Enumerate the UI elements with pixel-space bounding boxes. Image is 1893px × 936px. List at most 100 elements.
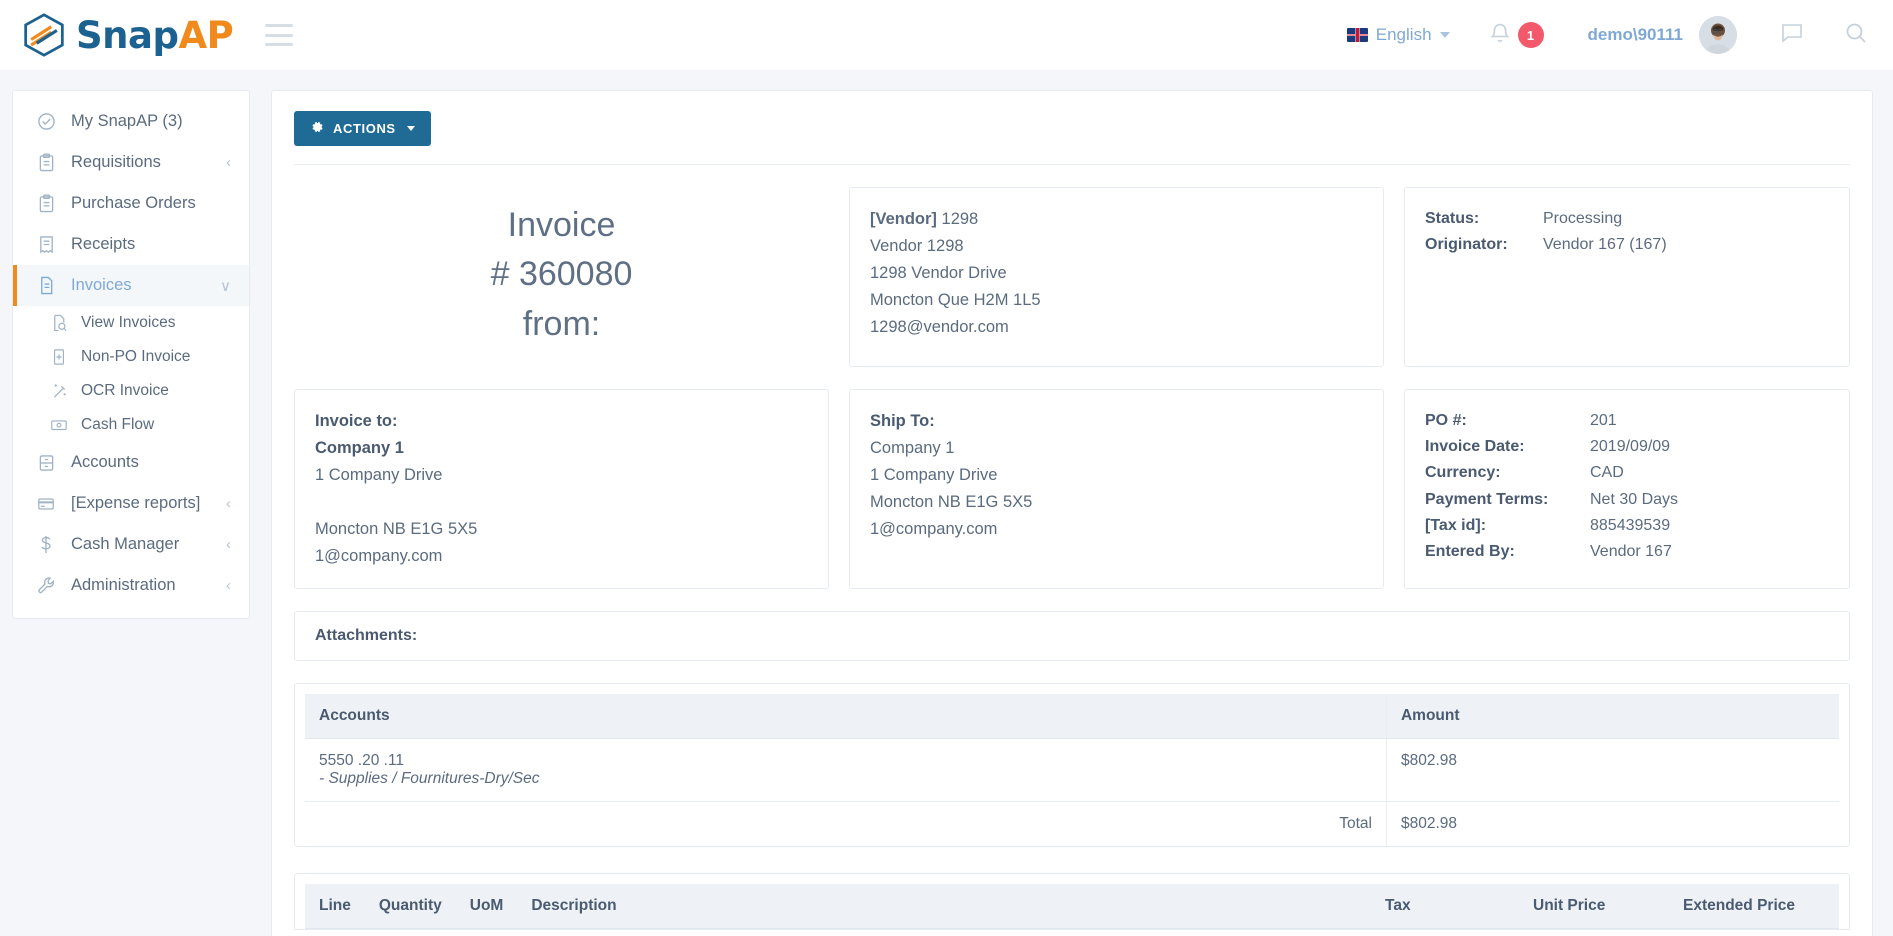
- account-cell: 5550 .20 .11 - Supplies / Fournitures-Dr…: [305, 738, 1387, 803]
- detail-value: Net 30 Days: [1590, 490, 1679, 508]
- uk-flag-icon: [1346, 28, 1368, 42]
- lines-table-card: Line Quantity UoM Description Tax Unit P…: [294, 873, 1850, 931]
- actions-button[interactable]: ACTIONS: [294, 111, 431, 146]
- main-content: ACTIONS Invoice # 360080 from: [Vendor] …: [271, 90, 1873, 936]
- username-label[interactable]: demo\90111: [1588, 25, 1683, 45]
- sidebar: My SnapAP (3) Requisitions ‹ Purchase Or…: [12, 90, 250, 619]
- detail-label: Currency:: [1425, 464, 1501, 482]
- clipboard-icon: [35, 194, 57, 213]
- status-card: Status: Processing Originator: Vendor 16…: [1404, 187, 1850, 367]
- sidebar-item-expense-reports[interactable]: [Expense reports] ‹: [13, 483, 249, 524]
- lines-table: Line Quantity UoM Description Tax Unit P…: [305, 884, 1839, 930]
- column-header-amount: Amount: [1386, 694, 1839, 740]
- sidebar-subitem-label: OCR Invoice: [81, 382, 169, 399]
- brand-ap-text: AP: [178, 13, 234, 57]
- brand-logo-area[interactable]: SnapAP: [22, 12, 234, 58]
- sidebar-item-label: Receipts: [71, 235, 136, 253]
- invoice-number: # 360080: [490, 255, 633, 294]
- detail-label: Entered By:: [1425, 543, 1515, 561]
- column-header-line: Line: [305, 884, 365, 930]
- vendor-name: Vendor 1298: [870, 237, 964, 256]
- vendor-email: 1298@vendor.com: [870, 318, 1009, 337]
- chevron-down-icon: [1439, 32, 1450, 38]
- status-row: Status: Processing: [1425, 206, 1829, 232]
- wrench-icon: [35, 576, 57, 595]
- detail-value: 2019/09/09: [1590, 438, 1671, 456]
- cabinet-icon: [35, 454, 57, 472]
- attachments-card: Attachments:: [294, 611, 1850, 662]
- detail-label: Payment Terms:: [1425, 490, 1549, 508]
- banknote-icon: [49, 417, 69, 433]
- bell-icon: [1489, 22, 1510, 49]
- sidebar-item-administration[interactable]: Administration ‹: [13, 565, 249, 606]
- invoice-details-card: PO #: 201 Invoice Date: 2019/09/09 Curre…: [1404, 389, 1850, 590]
- brand-snap-text: Snap: [76, 13, 179, 57]
- column-header-description: Description: [517, 884, 1371, 930]
- column-header-tax: Tax: [1371, 884, 1519, 930]
- chevron-down-icon: ∨: [220, 277, 231, 295]
- accounts-table-card: Accounts Amount 5550 .20 .11 - Supplies …: [294, 683, 1850, 848]
- sidebar-item-purchase-orders[interactable]: Purchase Orders: [13, 183, 249, 224]
- invoice-to-email: 1@company.com: [315, 547, 443, 566]
- detail-label: PO #:: [1425, 412, 1467, 429]
- sidebar-item-label: Accounts: [71, 453, 139, 471]
- sidebar-item-label: Cash Manager: [71, 535, 180, 553]
- detail-row-invoice-date: Invoice Date: 2019/09/09: [1425, 434, 1829, 460]
- total-value: $802.98: [1400, 815, 1457, 833]
- sidebar-item-label: [Expense reports]: [71, 494, 201, 512]
- vendor-city: Moncton Que H2M 1L5: [870, 291, 1041, 310]
- sidebar-item-label: Purchase Orders: [71, 194, 196, 212]
- top-bar-right: English 1 demo\90111: [1346, 16, 1867, 54]
- vendor-card: [Vendor] 1298 Vendor 1298 1298 Vendor Dr…: [849, 187, 1384, 367]
- gear-icon: [310, 120, 324, 137]
- avatar[interactable]: [1699, 16, 1737, 54]
- check-circle-icon: [35, 112, 57, 131]
- sidebar-item-label: Administration: [71, 576, 176, 594]
- sidebar-item-accounts[interactable]: Accounts: [13, 442, 249, 483]
- document-plus-icon: [49, 348, 69, 366]
- brand-title: SnapAP: [76, 13, 234, 57]
- account-code: 5550 .20 .11: [319, 752, 405, 770]
- detail-row-entered-by: Entered By: Vendor 167: [1425, 539, 1829, 565]
- top-bar: SnapAP English 1 demo\90111: [0, 0, 1893, 70]
- messages-button[interactable]: [1781, 23, 1803, 48]
- invoice-title-from: from:: [522, 304, 601, 343]
- snapap-logo-icon: [22, 12, 66, 58]
- chat-icon: [1781, 23, 1803, 48]
- sidebar-item-receipts[interactable]: Receipts: [13, 224, 249, 265]
- hamburger-icon[interactable]: [265, 24, 294, 46]
- sidebar-subitem-label: View Invoices: [81, 314, 176, 331]
- sidebar-item-requisitions[interactable]: Requisitions ‹: [13, 142, 249, 183]
- notifications-button[interactable]: 1: [1489, 22, 1544, 49]
- sidebar-subitem-cash-flow[interactable]: Cash Flow: [13, 408, 249, 442]
- invoice-title-line1: Invoice: [507, 206, 616, 244]
- sidebar-item-invoices[interactable]: Invoices ∨: [13, 265, 249, 306]
- table-total-row: Total $802.98: [305, 801, 1839, 847]
- ship-to-company: Company 1: [870, 439, 955, 458]
- invoice-to-street: 1 Company Drive: [315, 466, 443, 485]
- total-label: Total: [305, 801, 1387, 847]
- sidebar-item-cash-manager[interactable]: Cash Manager ‹: [13, 524, 249, 565]
- language-selector[interactable]: English: [1346, 25, 1450, 45]
- search-button[interactable]: [1845, 22, 1867, 49]
- status-label: Status:: [1425, 210, 1480, 227]
- originator-row: Originator: Vendor 167 (167): [1425, 232, 1829, 258]
- page-layout: My SnapAP (3) Requisitions ‹ Purchase Or…: [0, 70, 1893, 936]
- account-description: - Supplies / Fournitures-Dry/Sec: [319, 770, 540, 788]
- detail-row-payment-terms: Payment Terms: Net 30 Days: [1425, 487, 1829, 513]
- vendor-line: [Vendor] 1298: [870, 206, 1363, 233]
- detail-value: CAD: [1590, 464, 1624, 482]
- sidebar-subitem-non-po-invoice[interactable]: Non-PO Invoice: [13, 340, 249, 374]
- detail-value: 885439539: [1590, 516, 1671, 534]
- sidebar-subitem-ocr-invoice[interactable]: OCR Invoice: [13, 374, 249, 408]
- sidebar-item-my-snapap[interactable]: My SnapAP (3): [13, 101, 249, 142]
- vendor-number: 1298: [941, 210, 979, 228]
- invoice-title-block: Invoice # 360080 from:: [294, 187, 829, 367]
- detail-row-currency: Currency: CAD: [1425, 460, 1829, 486]
- clipboard-icon: [35, 153, 57, 172]
- search-icon: [1845, 22, 1867, 49]
- ship-to-city: Moncton NB E1G 5X5: [870, 493, 1033, 512]
- page-title: Invoice # 360080 from:: [294, 187, 829, 349]
- detail-label: Invoice Date:: [1425, 438, 1525, 456]
- sidebar-subitem-view-invoices[interactable]: View Invoices: [13, 306, 249, 340]
